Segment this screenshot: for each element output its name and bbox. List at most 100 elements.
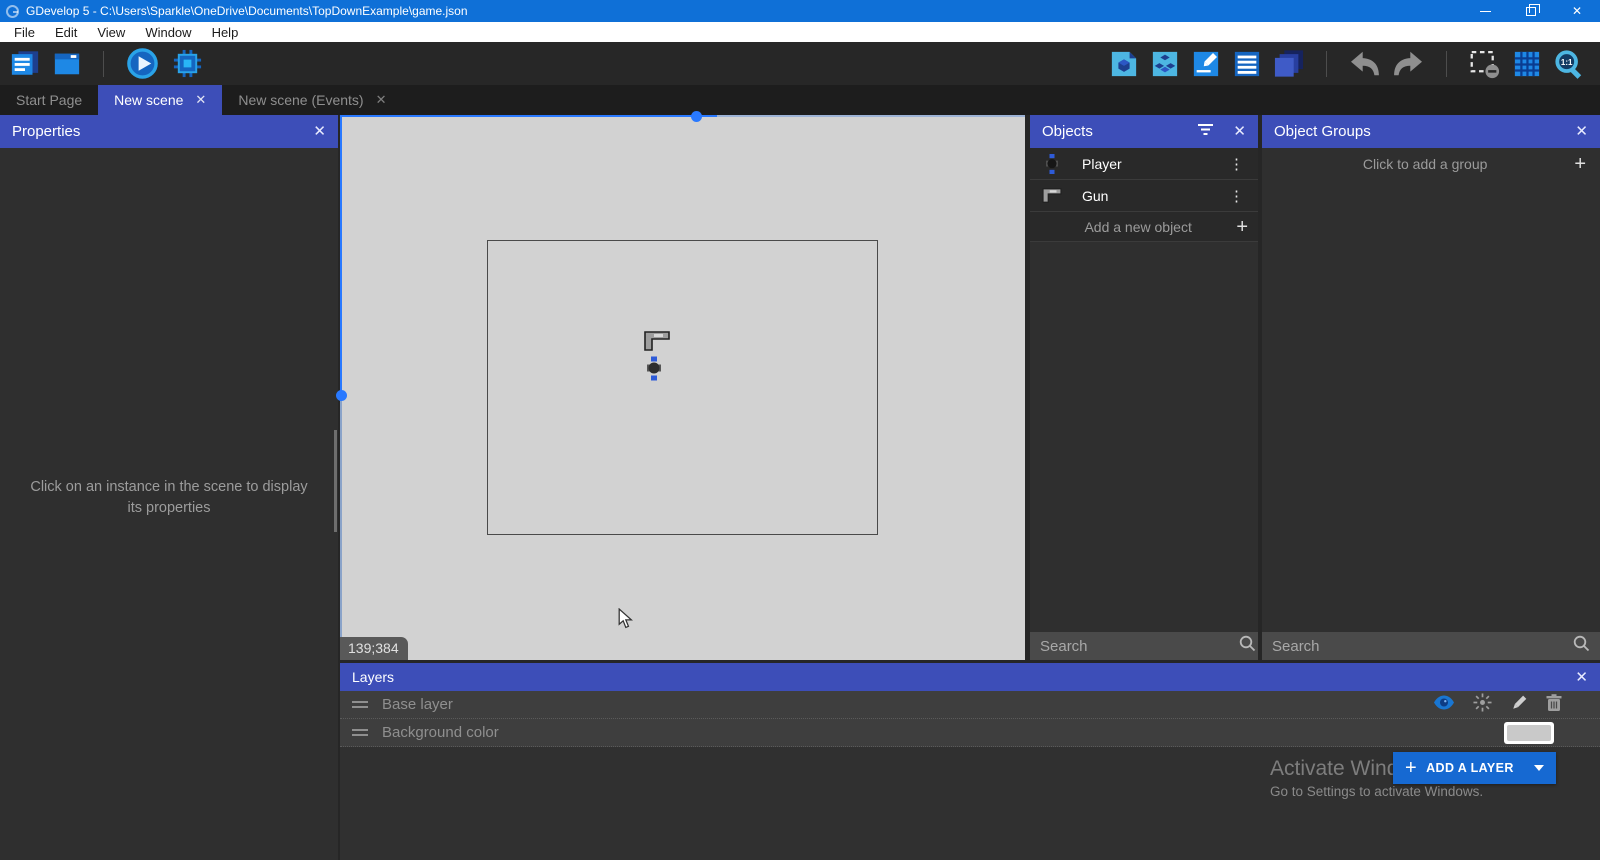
scene-selection-border-left [340,115,342,401]
tab-start-page[interactable]: Start Page [0,85,98,115]
resize-handle-left[interactable] [336,390,347,401]
tab-label: Start Page [16,92,82,108]
close-icon[interactable]: ✕ [1575,124,1588,139]
objects-panel-header: Objects ✕ [1030,115,1258,148]
layer-actions [1433,693,1588,716]
object-name: Gun [1082,188,1108,204]
open-object-groups-icon[interactable] [1151,50,1179,78]
properties-empty-message: Click on an instance in the scene to dis… [0,477,338,519]
menu-file[interactable]: File [4,22,45,42]
open-objects-editor-icon[interactable] [1110,50,1138,78]
layers-panel: Layers ✕ Base layer [340,663,1600,860]
object-row-gun[interactable]: Gun ⋮ [1030,180,1258,212]
main-toolbar: 1:1 [0,42,1600,85]
resize-handle-top[interactable] [691,111,702,122]
open-properties-icon[interactable] [1192,50,1220,78]
preview-play-icon[interactable] [126,47,159,80]
chevron-down-icon[interactable] [1534,765,1544,771]
layer-effects-icon[interactable] [1473,693,1492,716]
scene-border-left-muted [340,401,342,660]
tab-new-scene-events[interactable]: New scene (Events) ✕ [222,85,402,115]
toolbar-separator [103,51,104,77]
properties-panel-header: Properties ✕ [0,115,338,148]
visibility-eye-icon[interactable] [1433,695,1455,714]
object-groups-panel-title: Object Groups [1274,123,1371,140]
minimize-icon [1480,11,1491,12]
gdevelop-logo-icon [6,5,19,18]
menu-bar: File Edit View Window Help [0,22,1600,42]
open-instances-list-icon[interactable] [1233,50,1261,78]
project-manager-icon[interactable] [10,50,40,77]
search-icon [1239,635,1256,657]
groups-search-input[interactable] [1272,638,1573,655]
layers-panel-header: Layers ✕ [340,663,1600,691]
plus-icon: + [1236,217,1248,237]
clear-selection-icon[interactable] [1469,49,1500,79]
debug-icon[interactable] [172,48,203,79]
objects-search-input[interactable] [1040,638,1239,655]
title-bar: GDevelop 5 - C:\Users\Sparkle\OneDrive\D… [0,0,1600,22]
gdevelop-window: GDevelop 5 - C:\Users\Sparkle\OneDrive\D… [0,0,1600,860]
tab-label: New scene [114,92,183,108]
drag-handle-icon[interactable] [352,698,368,711]
redo-icon[interactable] [1393,50,1424,77]
add-new-object-button[interactable]: Add a new object + [1030,212,1258,242]
edit-layer-pencil-icon[interactable] [1510,694,1528,716]
layer-row-background-color[interactable]: Background color [340,719,1600,747]
gun-instance[interactable] [644,331,670,356]
window-title: GDevelop 5 - C:\Users\Sparkle\OneDrive\D… [26,4,468,18]
background-color-value [1507,725,1551,741]
add-layer-button[interactable]: + ADD A LAYER [1393,752,1556,784]
scene-canvas[interactable]: 139;384 [340,115,1025,660]
zoom-original-icon[interactable]: 1:1 [1554,49,1584,79]
restore-button[interactable] [1508,0,1554,22]
object-row-player[interactable]: Player ⋮ [1030,148,1258,180]
properties-scrollbar-thumb[interactable] [334,430,337,532]
menu-edit[interactable]: Edit [45,22,87,42]
object-groups-panel-header: Object Groups ✕ [1262,115,1600,148]
close-icon[interactable]: ✕ [1575,670,1588,685]
object-menu-icon[interactable]: ⋮ [1225,187,1248,205]
close-icon[interactable]: ✕ [1233,124,1246,139]
properties-panel: Properties ✕ Click on an instance in the… [0,115,338,860]
tab-label: New scene (Events) [238,92,363,108]
close-icon: ✕ [1572,4,1582,18]
groups-search-bar [1262,632,1600,660]
object-name: Player [1082,156,1122,172]
objects-panel-title: Objects [1042,123,1093,140]
restore-icon [1526,7,1536,16]
objects-search-bar [1030,632,1258,660]
player-instance[interactable] [647,356,661,386]
background-color-swatch[interactable] [1504,722,1554,744]
close-icon[interactable]: ✕ [313,124,326,139]
filter-icon[interactable] [1198,123,1213,140]
start-page-icon[interactable] [53,51,81,77]
tab-new-scene[interactable]: New scene ✕ [98,85,222,115]
search-icon [1573,635,1590,657]
tab-close-icon[interactable]: ✕ [376,92,387,108]
open-layers-icon[interactable] [1274,49,1304,78]
menu-view[interactable]: View [87,22,135,42]
drag-handle-icon[interactable] [352,726,368,739]
add-group-button[interactable]: Click to add a group + [1262,148,1600,180]
properties-panel-title: Properties [12,123,80,140]
minimize-button[interactable] [1462,0,1508,22]
delete-layer-trash-icon[interactable] [1546,694,1562,716]
menu-window[interactable]: Window [135,22,201,42]
mouse-cursor [618,608,633,634]
undo-icon[interactable] [1349,50,1380,77]
grid-icon[interactable] [1513,50,1541,78]
layer-row-base[interactable]: Base layer [340,691,1600,719]
window-controls: ✕ [1462,0,1600,22]
object-menu-icon[interactable]: ⋮ [1225,155,1248,173]
toolbar-separator [1446,51,1447,77]
objects-panel: Objects ✕ Player ⋮ Gun ⋮ Add a new objec… [1030,115,1258,660]
gun-object-icon [1040,188,1064,203]
scene-border-top-muted [717,115,1025,117]
plus-icon: + [1574,154,1586,174]
close-button[interactable]: ✕ [1554,0,1600,22]
add-layer-label: ADD A LAYER [1426,761,1514,775]
menu-help[interactable]: Help [202,22,249,42]
tab-close-icon[interactable]: ✕ [195,92,206,108]
layer-name: Background color [382,724,499,741]
